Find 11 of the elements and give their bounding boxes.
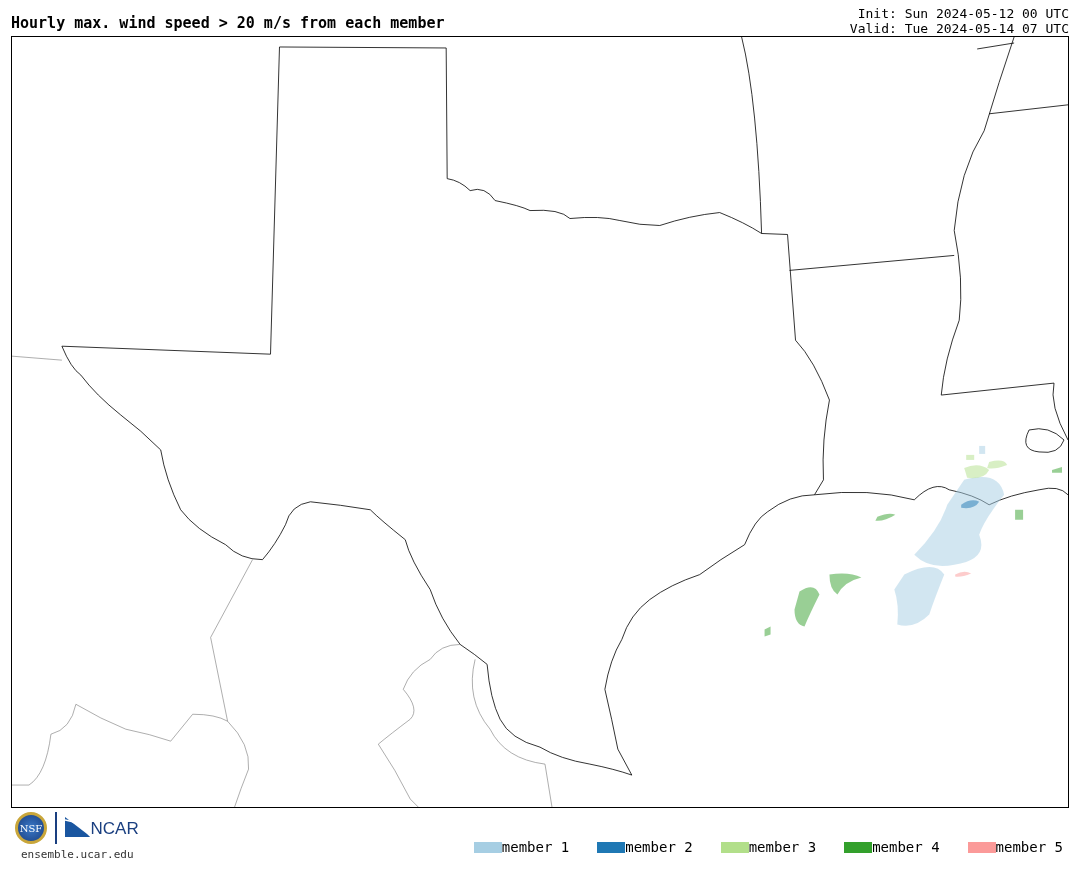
legend-label: member 3	[748, 839, 817, 855]
init-time: Init: Sun 2024-05-12 00 UTC	[857, 6, 1069, 21]
legend-label: member 4	[872, 839, 940, 855]
ncar-logo: NCAR	[64, 817, 139, 839]
valid-time: Valid: Tue 2024-05-14 07 UTC	[849, 21, 1069, 36]
nsf-logo: NSF	[15, 812, 47, 844]
website-url: ensemble.ucar.edu	[20, 848, 135, 861]
legend-label: member 5	[995, 839, 1063, 855]
legend-label: member 1	[501, 839, 570, 855]
chart-title: Hourly max. wind speed > 20 m/s from each member	[11, 14, 445, 34]
legend-label: member 2	[625, 839, 693, 855]
